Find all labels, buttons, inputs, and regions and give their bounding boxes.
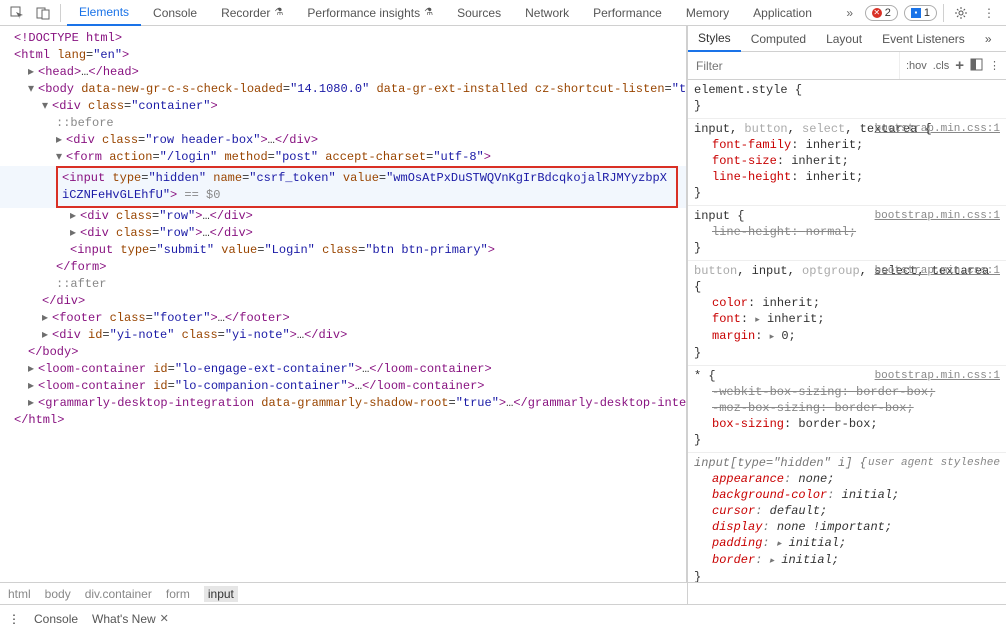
elements-tree[interactable]: <!DOCTYPE html> <html lang="en"> ▸<head>… (0, 26, 687, 582)
styles-tabs: StylesComputedLayoutEvent Listeners» (688, 26, 1006, 52)
settings-gear-icon[interactable] (950, 2, 972, 24)
elements-breadcrumb[interactable]: html body div.container form input (0, 582, 687, 604)
styles-tab-styles[interactable]: Styles (688, 26, 741, 52)
tab-application[interactable]: Application (741, 0, 824, 26)
more-tabs-icon[interactable]: » (839, 2, 861, 24)
hover-toggle[interactable]: :hov (906, 60, 927, 72)
styles-filter-input[interactable] (688, 53, 899, 79)
drawer-tab-whatsnew[interactable]: What's New✕ (92, 612, 169, 626)
breadcrumb-item[interactable]: html (8, 587, 31, 601)
messages-badge[interactable]: ▪1 (904, 5, 937, 21)
breadcrumb-item[interactable]: input (204, 586, 238, 602)
tab-performance[interactable]: Performance (581, 0, 674, 26)
errors-badge[interactable]: ✕2 (865, 5, 898, 21)
tab-console[interactable]: Console (141, 0, 209, 26)
styles-tab-computed[interactable]: Computed (741, 26, 816, 52)
new-rule-icon[interactable]: + (955, 57, 964, 74)
styles-tab-event-listeners[interactable]: Event Listeners (872, 26, 975, 52)
styles-tab-layout[interactable]: Layout (816, 26, 872, 52)
breadcrumb-item[interactable]: div.container (85, 587, 152, 601)
msg-count: 1 (924, 7, 930, 19)
tab-performance-insights[interactable]: Performance insights⚗ (295, 0, 445, 26)
breadcrumb-item[interactable]: body (45, 587, 71, 601)
computed-toggle-icon[interactable] (970, 58, 983, 74)
tab-recorder[interactable]: Recorder⚗ (209, 0, 295, 26)
drawer-kebab-icon[interactable]: ⋮ (8, 612, 20, 626)
drawer-tab-console[interactable]: Console (34, 612, 78, 626)
styles-more-icon[interactable]: » (975, 26, 1002, 52)
drawer: ⋮ Console What's New✕ (0, 604, 1006, 632)
main-tabs: ElementsConsoleRecorder⚗Performance insi… (67, 0, 835, 26)
cls-toggle[interactable]: .cls (933, 60, 950, 72)
breadcrumb-item[interactable]: form (166, 587, 190, 601)
more-actions-icon[interactable]: ⋮ (989, 59, 1000, 72)
kebab-menu-icon[interactable]: ⋮ (978, 2, 1000, 24)
selected-element[interactable]: <input type="hidden" name="csrf_token" v… (0, 166, 686, 208)
styles-sidebar: StylesComputedLayoutEvent Listeners» :ho… (687, 26, 1006, 582)
devtools-toolbar: ElementsConsoleRecorder⚗Performance insi… (0, 0, 1006, 26)
tab-network[interactable]: Network (513, 0, 581, 26)
tab-elements[interactable]: Elements (67, 0, 141, 26)
tab-memory[interactable]: Memory (674, 0, 741, 26)
device-toggle-icon[interactable] (32, 2, 54, 24)
tab-sources[interactable]: Sources (445, 0, 513, 26)
error-count: 2 (885, 7, 891, 19)
close-icon[interactable]: ✕ (160, 612, 169, 625)
doctype: <!DOCTYPE html> (14, 31, 122, 45)
inspect-icon[interactable] (6, 2, 28, 24)
